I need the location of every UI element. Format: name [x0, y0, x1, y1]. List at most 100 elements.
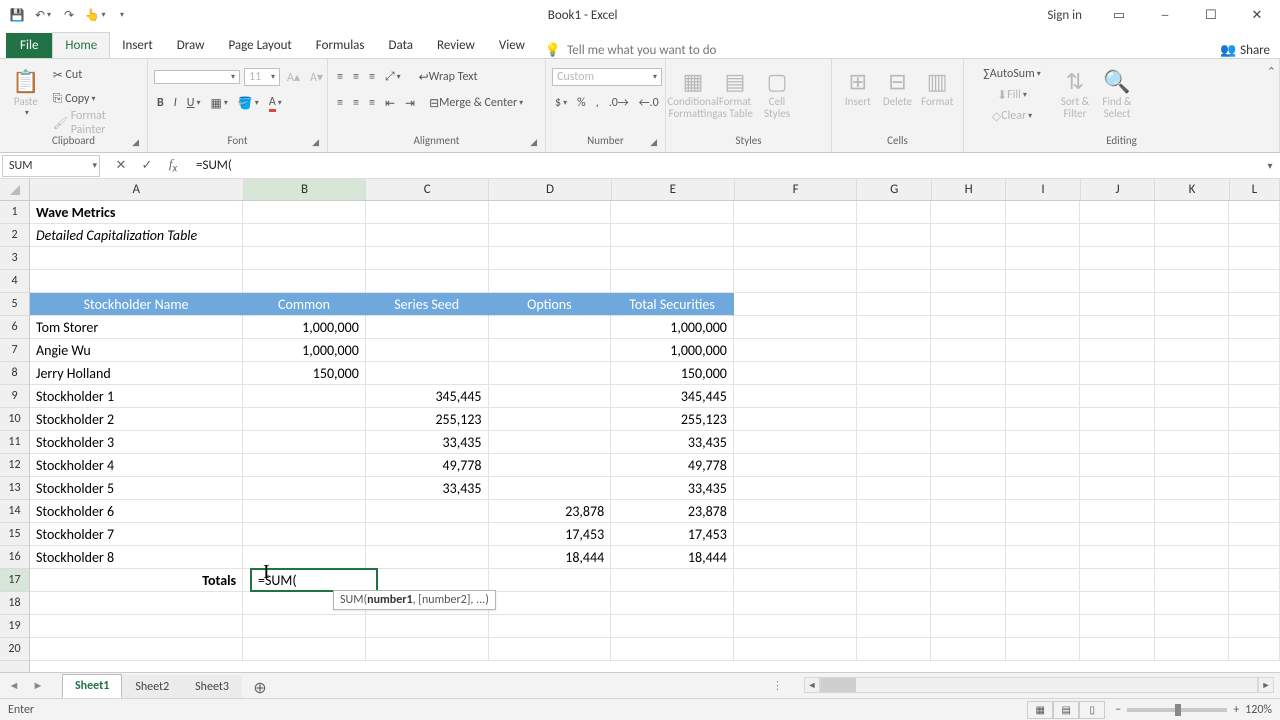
cell-K2[interactable]: [1155, 224, 1230, 247]
tab-page-layout[interactable]: Page Layout: [216, 33, 303, 58]
cell-L10[interactable]: [1229, 408, 1280, 431]
cell-H4[interactable]: [931, 270, 1006, 293]
cell-C6[interactable]: [366, 316, 489, 339]
spreadsheet-grid[interactable]: ABCDEFGHIJKL 123456789101112131415161718…: [0, 179, 1280, 672]
touch-mode-icon[interactable]: 👆▾: [84, 4, 106, 26]
alignment-launcher-icon[interactable]: ◢: [530, 136, 537, 150]
cell-E14[interactable]: 23,878: [611, 500, 734, 523]
tab-formulas[interactable]: Formulas: [304, 33, 377, 58]
cell-F12[interactable]: [734, 454, 857, 477]
bold-button[interactable]: B: [154, 93, 167, 113]
cell-H6[interactable]: [931, 316, 1006, 339]
qat-customize-icon[interactable]: ▾: [110, 4, 132, 26]
cell-A13[interactable]: Stockholder 5: [30, 477, 243, 500]
cell-J14[interactable]: [1080, 500, 1155, 523]
cell-I5[interactable]: [1006, 293, 1081, 316]
expand-formula-bar-icon[interactable]: ▾: [1260, 159, 1280, 172]
share-button[interactable]: 👥 Share: [1220, 43, 1270, 58]
cell-A11[interactable]: Stockholder 3: [30, 431, 243, 454]
cell-C11[interactable]: 33,435: [366, 431, 489, 454]
cell-C2[interactable]: [366, 224, 489, 247]
cell-K1[interactable]: [1155, 201, 1230, 224]
cell-G19[interactable]: [857, 615, 932, 638]
cell-F18[interactable]: [734, 592, 857, 615]
cell-E1[interactable]: [611, 201, 734, 224]
sort-filter-button[interactable]: ⇅Sort & Filter: [1054, 62, 1096, 120]
cell-D1[interactable]: [489, 201, 612, 224]
cell-E5[interactable]: Total Securities: [611, 293, 734, 316]
cell-C8[interactable]: [366, 362, 489, 385]
cell-B1[interactable]: [243, 201, 366, 224]
cell-I11[interactable]: [1006, 431, 1081, 454]
cell-F1[interactable]: [734, 201, 857, 224]
percent-format-icon[interactable]: %: [574, 93, 589, 113]
cell-F15[interactable]: [734, 523, 857, 546]
cell-C12[interactable]: 49,778: [366, 454, 489, 477]
cell-E20[interactable]: [611, 638, 734, 661]
row-header-19[interactable]: 19: [0, 615, 29, 638]
cell-D5[interactable]: Options: [489, 293, 612, 316]
cell-C13[interactable]: 33,435: [366, 477, 489, 500]
cell-B12[interactable]: [243, 454, 366, 477]
redo-icon[interactable]: ↷: [58, 4, 80, 26]
cell-H9[interactable]: [931, 385, 1006, 408]
cell-L17[interactable]: [1229, 569, 1280, 592]
cell-E19[interactable]: [611, 615, 734, 638]
cell-L9[interactable]: [1229, 385, 1280, 408]
conditional-formatting-button[interactable]: ▦Conditional Formatting: [672, 62, 714, 120]
horizontal-scrollbar[interactable]: ◄ ►: [804, 677, 1274, 693]
cell-J9[interactable]: [1080, 385, 1155, 408]
cell-D16[interactable]: 18,444: [489, 546, 612, 569]
cell-A7[interactable]: Angie Wu: [30, 339, 243, 362]
cell-I18[interactable]: [1006, 592, 1081, 615]
cell-H20[interactable]: [931, 638, 1006, 661]
cell-H3[interactable]: [931, 247, 1006, 270]
zoom-out-button[interactable]: −: [1115, 703, 1121, 717]
row-header-18[interactable]: 18: [0, 592, 29, 615]
cell-F20[interactable]: [734, 638, 857, 661]
cell-I14[interactable]: [1006, 500, 1081, 523]
cell-C4[interactable]: [366, 270, 489, 293]
cell-L2[interactable]: [1229, 224, 1280, 247]
cell-A6[interactable]: Tom Storer: [30, 316, 243, 339]
cell-A18[interactable]: [30, 592, 243, 615]
cell-D10[interactable]: [489, 408, 612, 431]
cell-B16[interactable]: [243, 546, 366, 569]
cell-D14[interactable]: 23,878: [489, 500, 612, 523]
cell-L14[interactable]: [1229, 500, 1280, 523]
cell-E17[interactable]: [611, 569, 734, 592]
row-header-12[interactable]: 12: [0, 454, 29, 477]
close-button[interactable]: ✕: [1234, 0, 1280, 30]
cell-F16[interactable]: [734, 546, 857, 569]
row-header-15[interactable]: 15: [0, 523, 29, 546]
cell-D17[interactable]: [489, 569, 612, 592]
cell-B20[interactable]: [243, 638, 366, 661]
row-header-20[interactable]: 20: [0, 638, 29, 661]
cell-F3[interactable]: [734, 247, 857, 270]
font-family-select[interactable]: ▾: [154, 70, 240, 84]
fill-color-button[interactable]: 🪣▾: [235, 93, 262, 113]
cell-C17[interactable]: [366, 569, 489, 592]
cell-B10[interactable]: [243, 408, 366, 431]
comma-format-icon[interactable]: ,: [593, 93, 602, 113]
cell-I8[interactable]: [1006, 362, 1081, 385]
row-header-13[interactable]: 13: [0, 477, 29, 500]
cell-H2[interactable]: [931, 224, 1006, 247]
cell-styles-button[interactable]: ▢Cell Styles: [756, 62, 798, 120]
cell-B5[interactable]: Common: [243, 293, 366, 316]
tab-data[interactable]: Data: [377, 33, 426, 58]
row-header-11[interactable]: 11: [0, 431, 29, 454]
row-header-7[interactable]: 7: [0, 339, 29, 362]
cell-K13[interactable]: [1155, 477, 1230, 500]
cell-H10[interactable]: [931, 408, 1006, 431]
column-header-B[interactable]: B: [244, 179, 367, 200]
cell-J19[interactable]: [1080, 615, 1155, 638]
new-sheet-button[interactable]: ⊕: [248, 678, 272, 698]
cell-K17[interactable]: [1155, 569, 1230, 592]
font-launcher-icon[interactable]: ◢: [312, 136, 319, 150]
sheet-tab-3[interactable]: Sheet3: [182, 675, 242, 698]
cell-G5[interactable]: [857, 293, 932, 316]
signin-button[interactable]: Sign in: [1033, 0, 1096, 30]
row-header-2[interactable]: 2: [0, 224, 29, 247]
column-header-A[interactable]: A: [30, 179, 244, 200]
